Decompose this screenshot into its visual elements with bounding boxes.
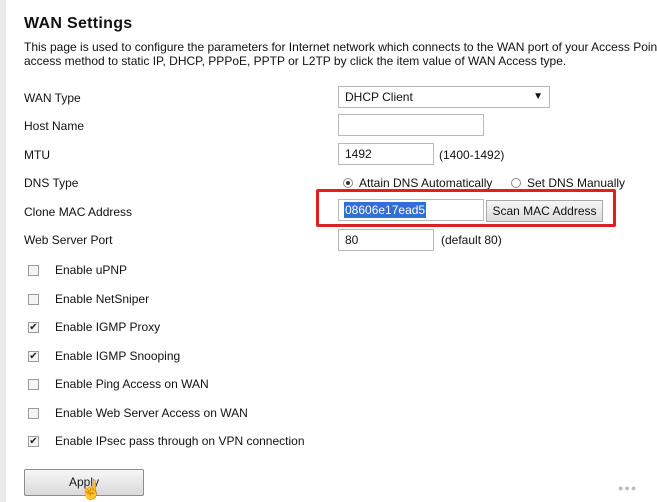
- checkbox[interactable]: [28, 378, 39, 390]
- dns-auto-radio[interactable]: [343, 178, 353, 188]
- option-upnp[interactable]: Enable uPNP: [28, 263, 127, 277]
- option-netsniper[interactable]: Enable NetSniper: [28, 292, 149, 306]
- dns-type-label: DNS Type: [24, 176, 79, 190]
- option-ipsec-passthrough[interactable]: ✔ Enable IPsec pass through on VPN conne…: [28, 434, 305, 448]
- option-label: Enable IGMP Snooping: [55, 349, 181, 363]
- dns-manual-option[interactable]: Set DNS Manually: [511, 176, 625, 190]
- dns-manual-radio[interactable]: [511, 178, 521, 188]
- checkmark-icon: ✔: [29, 350, 38, 362]
- dropdown-caret-icon: ▼: [533, 91, 543, 102]
- checkbox[interactable]: [28, 293, 39, 305]
- dots-icon: ●●●: [618, 483, 638, 493]
- wan-type-label: WAN Type: [24, 91, 81, 105]
- clone-mac-label: Clone MAC Address: [24, 205, 133, 219]
- host-name-label: Host Name: [24, 119, 85, 133]
- wan-type-select[interactable]: DHCP Client ▼: [338, 86, 550, 108]
- option-igmp-snooping[interactable]: ✔ Enable IGMP Snooping: [28, 349, 180, 363]
- web-server-port-label: Web Server Port: [24, 233, 113, 247]
- checkbox[interactable]: ✔: [28, 350, 39, 362]
- checkbox[interactable]: ✔: [28, 435, 39, 447]
- option-igmp-proxy[interactable]: ✔ Enable IGMP Proxy: [28, 320, 160, 334]
- clone-mac-highlight-box: [316, 189, 616, 227]
- option-ping-access-wan[interactable]: Enable Ping Access on WAN: [28, 377, 209, 391]
- mtu-label: MTU: [24, 148, 50, 162]
- checkbox[interactable]: ✔: [28, 321, 39, 333]
- option-label: Enable NetSniper: [55, 292, 150, 306]
- wan-type-value: DHCP Client: [345, 90, 413, 104]
- checkmark-icon: ✔: [29, 435, 38, 447]
- option-label: Enable IPsec pass through on VPN connect…: [55, 434, 305, 448]
- checkbox[interactable]: [28, 407, 39, 419]
- option-label: Enable Ping Access on WAN: [55, 377, 209, 391]
- option-label: Enable uPNP: [55, 263, 128, 277]
- wan-settings-panel: [6, 0, 657, 502]
- dns-auto-label: Attain DNS Automatically: [359, 176, 493, 190]
- mtu-hint: (1400-1492): [439, 148, 505, 162]
- dns-manual-label: Set DNS Manually: [527, 176, 626, 190]
- page-description: This page is used to configure the param…: [24, 40, 657, 68]
- mtu-input[interactable]: 1492: [338, 143, 434, 165]
- dns-auto-option[interactable]: Attain DNS Automatically: [343, 176, 492, 190]
- page-title: WAN Settings: [24, 15, 133, 32]
- web-server-port-input[interactable]: 80: [338, 229, 434, 251]
- option-label: Enable Web Server Access on WAN: [55, 406, 248, 420]
- web-server-port-hint: (default 80): [441, 233, 502, 247]
- checkbox[interactable]: [28, 264, 39, 276]
- hand-cursor-icon: ☝: [80, 480, 103, 500]
- checkmark-icon: ✔: [29, 321, 38, 333]
- host-name-input[interactable]: [338, 114, 484, 136]
- option-label: Enable IGMP Proxy: [55, 320, 161, 334]
- option-web-server-access-wan[interactable]: Enable Web Server Access on WAN: [28, 406, 248, 420]
